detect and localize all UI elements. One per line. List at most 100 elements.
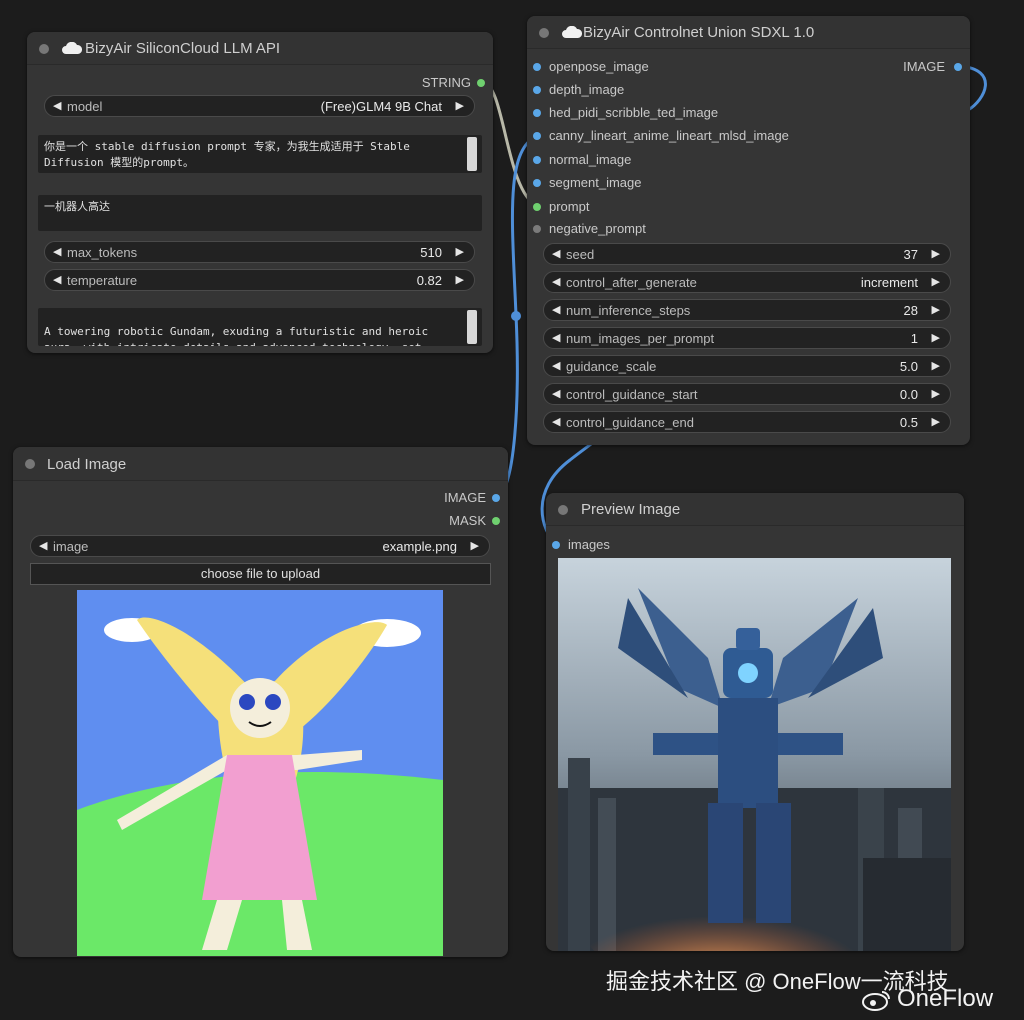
controlnet-node-header[interactable]: BizyAir Controlnet Union SDXL 1.0 — [527, 16, 970, 49]
num-inference-steps-number[interactable]: ◀ num_inference_steps 28 ▶ — [543, 299, 951, 321]
arrow-left-icon[interactable]: ◀ — [552, 303, 560, 316]
output-text-area[interactable]: A towering robotic Gundam, exuding a fut… — [38, 308, 482, 346]
output-image-slot[interactable] — [954, 63, 962, 71]
output-image-label: IMAGE — [903, 59, 945, 74]
llm-node-header[interactable]: BizyAir SiliconCloud LLM API — [27, 32, 493, 65]
arrow-right-icon[interactable]: ▶ — [456, 99, 464, 112]
collapse-dot-icon[interactable] — [25, 459, 35, 469]
input-label: hed_pidi_scribble_ted_image — [549, 105, 719, 120]
input-label: prompt — [549, 199, 590, 214]
user-prompt-textarea[interactable]: 一机器人高达 — [38, 195, 482, 231]
loaded-image-drawing — [77, 590, 443, 956]
input-label: normal_image — [549, 152, 632, 167]
arrow-right-icon[interactable]: ▶ — [932, 247, 940, 260]
input-slot-dot[interactable] — [533, 225, 541, 233]
input-negative-prompt[interactable]: negative_prompt — [527, 221, 646, 237]
arrow-left-icon[interactable]: ◀ — [552, 247, 560, 260]
input-slot-dot[interactable] — [533, 179, 541, 187]
input-images[interactable]: images — [546, 537, 610, 553]
arrow-right-icon[interactable]: ▶ — [932, 415, 940, 428]
control-guidance-start-number[interactable]: ◀ control_guidance_start 0.0 ▶ — [543, 383, 951, 405]
widget-value: 0.0 — [899, 387, 918, 402]
control-after-generate-combo[interactable]: ◀ control_after_generate increment ▶ — [543, 271, 951, 293]
arrow-right-icon[interactable]: ▶ — [932, 387, 940, 400]
input-slot-dot[interactable] — [533, 86, 541, 94]
choose-file-button[interactable]: choose file to upload — [30, 563, 491, 585]
input-slot-dot[interactable] — [552, 541, 560, 549]
arrow-left-icon[interactable]: ◀ — [552, 387, 560, 400]
max-tokens-number[interactable]: ◀ max_tokens 510 ▶ — [44, 241, 475, 263]
output-mask-slot[interactable] — [492, 517, 500, 525]
arrow-left-icon[interactable]: ◀ — [552, 275, 560, 288]
collapse-dot-icon[interactable] — [539, 28, 549, 38]
arrow-right-icon[interactable]: ▶ — [932, 331, 940, 344]
input-slot-dot[interactable] — [533, 203, 541, 211]
control-guidance-end-number[interactable]: ◀ control_guidance_end 0.5 ▶ — [543, 411, 951, 433]
preview-node-header[interactable]: Preview Image — [546, 493, 964, 526]
llm-api-node[interactable]: BizyAir SiliconCloud LLM API STRING ◀ mo… — [27, 32, 493, 353]
input-slot-dot[interactable] — [533, 156, 541, 164]
arrow-left-icon[interactable]: ◀ — [552, 331, 560, 344]
output-text-scrollbar[interactable] — [467, 310, 477, 344]
arrow-left-icon[interactable]: ◀ — [552, 359, 560, 372]
output-image-label: IMAGE — [444, 490, 486, 505]
arrow-left-icon[interactable]: ◀ — [53, 245, 61, 258]
output-image-slot[interactable] — [492, 494, 500, 502]
arrow-left-icon[interactable]: ◀ — [53, 273, 61, 286]
input-label: segment_image — [549, 175, 642, 190]
wire-reroute-dot — [511, 311, 521, 321]
controlnet-union-node[interactable]: BizyAir Controlnet Union SDXL 1.0 IMAGE … — [527, 16, 970, 445]
widget-label: model — [67, 99, 103, 114]
widget-label: control_guidance_start — [566, 387, 698, 402]
widget-label: temperature — [67, 273, 138, 288]
node-title: Load Image — [47, 456, 127, 473]
input-openpose-image[interactable]: openpose_image — [527, 59, 649, 75]
image-combo[interactable]: ◀ image example.png ▶ — [30, 535, 490, 557]
guidance-scale-number[interactable]: ◀ guidance_scale 5.0 ▶ — [543, 355, 951, 377]
arrow-right-icon[interactable]: ▶ — [456, 273, 464, 286]
node-title: BizyAir Controlnet Union SDXL 1.0 — [583, 24, 815, 41]
arrow-right-icon[interactable]: ▶ — [932, 275, 940, 288]
widget-value: 1 — [910, 331, 918, 346]
model-combo[interactable]: ◀ model (Free)GLM4 9B Chat ▶ — [44, 95, 475, 117]
input-slot-dot[interactable] — [533, 132, 541, 140]
input-canny-image[interactable]: canny_lineart_anime_lineart_mlsd_image — [527, 128, 789, 144]
widget-value: increment — [860, 275, 918, 290]
collapse-dot-icon[interactable] — [39, 44, 49, 54]
arrow-left-icon[interactable]: ◀ — [39, 539, 47, 552]
load-image-header[interactable]: Load Image — [13, 447, 508, 481]
arrow-right-icon[interactable]: ▶ — [932, 303, 940, 316]
temperature-number[interactable]: ◀ temperature 0.82 ▶ — [44, 269, 475, 291]
widget-label: seed — [566, 247, 595, 262]
input-slot-dot[interactable] — [533, 109, 541, 117]
input-slot-dot[interactable] — [533, 63, 541, 71]
arrow-left-icon[interactable]: ◀ — [552, 415, 560, 428]
system-prompt-textarea[interactable]: 你是一个 stable diffusion prompt 专家，为我生成适用于 … — [38, 135, 482, 173]
widget-value: 37 — [903, 247, 918, 262]
widget-label: num_inference_steps — [566, 303, 691, 318]
input-normal-image[interactable]: normal_image — [527, 152, 631, 168]
widget-label: control_guidance_end — [566, 415, 694, 430]
arrow-right-icon[interactable]: ▶ — [471, 539, 479, 552]
widget-value: 0.5 — [899, 415, 918, 430]
widget-label: guidance_scale — [566, 359, 657, 374]
input-prompt[interactable]: prompt — [527, 199, 589, 215]
input-depth-image[interactable]: depth_image — [527, 82, 624, 98]
arrow-right-icon[interactable]: ▶ — [456, 245, 464, 258]
seed-number[interactable]: ◀ seed 37 ▶ — [543, 243, 951, 265]
num-images-per-prompt-number[interactable]: ◀ num_images_per_prompt 1 ▶ — [543, 327, 951, 349]
system-prompt-scrollbar[interactable] — [467, 137, 477, 171]
input-label: images — [568, 537, 610, 552]
output-string-slot[interactable] — [477, 79, 485, 87]
load-image-node[interactable]: Load Image IMAGE MASK ◀ image example.pn… — [13, 447, 508, 957]
weibo-logo-icon — [862, 991, 890, 1011]
input-hed-image[interactable]: hed_pidi_scribble_ted_image — [527, 105, 718, 121]
input-segment-image[interactable]: segment_image — [527, 175, 642, 191]
widget-value: 28 — [903, 303, 918, 318]
input-label: negative_prompt — [549, 221, 646, 236]
collapse-dot-icon[interactable] — [558, 505, 568, 515]
arrow-right-icon[interactable]: ▶ — [932, 359, 940, 372]
preview-image-node[interactable]: Preview Image images — [546, 493, 964, 951]
widget-value: 5.0 — [899, 359, 918, 374]
arrow-left-icon[interactable]: ◀ — [53, 99, 61, 112]
